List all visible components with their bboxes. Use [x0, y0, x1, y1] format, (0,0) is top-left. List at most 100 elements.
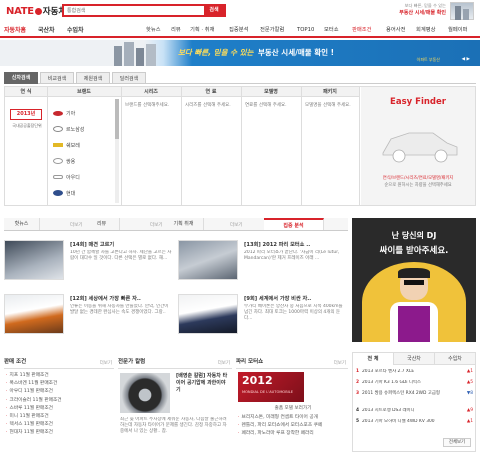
brand-label: 르노삼성 — [66, 126, 85, 133]
list-item[interactable]: · 렌틀리, 파리 모터쇼에서 모터스포츠 쿠페 — [238, 422, 348, 430]
news-more-2[interactable]: 더보기 — [150, 222, 162, 228]
nav-item-motorshow[interactable]: 모터쇼 — [324, 24, 339, 37]
year-select[interactable]: 2013년 — [10, 109, 42, 120]
brand-scrollbar[interactable] — [115, 99, 119, 203]
ssangyong-logo-icon — [53, 158, 63, 164]
ranking-row[interactable]: 3 2011 쌍용 슈퍼렉스턴 RX4 2WD 고급형 ▼8 — [356, 391, 473, 408]
list-item[interactable]: · 미니 11월 판매조건 — [6, 413, 112, 421]
tab-spec-search[interactable]: 제원검색 — [76, 72, 110, 84]
header-promo[interactable]: 보다 빠른, 믿을 수 있는 부동산 시세/매물 확인 — [399, 3, 446, 16]
renault-samsung-logo-icon — [53, 126, 63, 132]
column-more[interactable]: 더보기 — [218, 360, 230, 366]
brand-item-ssangyong[interactable]: 쌍용 — [53, 153, 117, 169]
banner-sub-text: 아파트 부동산 — [416, 57, 440, 62]
ranking-row[interactable]: 5 2013 기아 모하비 디젤 4WD KV 300 ▲1 — [356, 419, 473, 430]
list-item[interactable]: · 렉서스 11월 판매조건 — [6, 421, 112, 429]
nav-tab-import[interactable]: 수입차 — [67, 24, 84, 37]
brand-item-audi[interactable]: 아우디 — [53, 169, 117, 185]
tab-hotnews[interactable]: 핫뉴스 — [4, 218, 40, 230]
brand-item-chevrolet[interactable]: 쉐보레 — [53, 137, 117, 153]
brand-label: 쉐보레 — [66, 142, 80, 149]
ranking-row[interactable]: 2 2013 기아 K3 1.6 GDi 디럭스 ▲5 — [356, 380, 473, 391]
column-headline[interactable]: [배영춘 칼럼] 자동차 타이어 공기압에 과한이야기 — [176, 373, 230, 394]
car-finder: 연 식 브랜드 시리즈 연 료 모델명 패키지 2013년 국내공공출장단위 기… — [4, 86, 476, 206]
search-input[interactable] — [64, 6, 204, 15]
tab-compare-search[interactable]: 비교검색 — [40, 72, 74, 84]
motorshow-poster[interactable]: 2012 MONDIAL DE L'AUTOMOBILE — [238, 372, 304, 402]
list-item[interactable]: · 크라이슬러 11월 판매조건 — [6, 397, 112, 405]
paris-motorshow: 파리 모터쇼 더보기 2012 MONDIAL DE L'AUTOMOBILE … — [236, 356, 348, 452]
nav-item-column[interactable]: 전문가칼럼 — [260, 24, 284, 37]
year-sub-label: 국내공공출장단위 — [12, 123, 42, 128]
nav-item-accounting[interactable]: 회계평상 — [416, 24, 436, 37]
nav-tab-domestic[interactable]: 국산차 — [38, 24, 55, 37]
list-item[interactable]: · 폭스바겐 11월 판매조건 — [6, 380, 112, 388]
brand-item-renault-samsung[interactable]: 르노삼성 — [53, 121, 117, 137]
nav-item-wallpaper[interactable]: 월페이퍼 — [448, 24, 468, 37]
sale-title: 판매 조건 — [4, 359, 27, 365]
news-card-3[interactable]: [12회] 세상에서 가장 빠른 자.. 인류는 이동을 위해 자동차를 만들었… — [4, 292, 174, 336]
easy-finder-panel: Easy Finder 연식/브랜드/시리즈/연료/모델명/패키지 순으로 원하… — [361, 87, 475, 205]
ranking-row[interactable]: 4 2013 시트로엥 DS3 레이디 ▲9 — [356, 408, 473, 419]
motorshow-item: 브리지스톤, 미래형 컨셉트 타이어 공개 — [241, 415, 318, 420]
search-box: 검색 — [62, 4, 226, 17]
finder-col-series: 시리즈 — [144, 89, 158, 95]
motorshow-caption[interactable]: 출품 모델 보러가기 — [238, 405, 348, 411]
list-item[interactable]: · 페라리, 파노라마 루프 장착한 페라리 — [238, 430, 348, 438]
finder-col-fuel: 연 료 — [205, 89, 217, 95]
banner-building-image — [110, 42, 172, 66]
motorshow-more[interactable]: 더보기 — [334, 360, 346, 366]
rank-change: ▲9 — [466, 408, 473, 413]
tab-rank-all[interactable]: 전 체 — [353, 353, 394, 365]
tab-rank-import[interactable]: 수입차 — [435, 353, 475, 365]
sale-more[interactable]: 더보기 — [100, 360, 112, 366]
ad-line2: 싸이를 받아주세요. — [379, 246, 449, 256]
list-item[interactable]: · 브리지스톤, 미래형 컨셉트 타이어 공개 — [238, 414, 348, 422]
column-tire-image[interactable] — [120, 373, 170, 413]
ranking-list: 1 2013 포르타 벤자 2.7 XLE ▲1 2 2013 기아 K3 1.… — [356, 369, 473, 430]
brand-label: 쌍용 — [66, 158, 76, 165]
news-card-4[interactable]: [9회] 세계에서 가장 비싼 자.. 부가티 베이론은 양산차 중 처음으로 … — [178, 292, 348, 336]
news-card-1[interactable]: [14회] 매견 고르기 10년 간 함께할 차를 고른다고 하자. 세단을 고… — [4, 238, 174, 282]
ranking-row[interactable]: 1 2013 포르타 벤자 2.7 XLE ▲1 — [356, 369, 473, 380]
search-button[interactable]: 검색 — [204, 6, 224, 15]
brand-item-kia[interactable]: 기아 — [53, 105, 117, 121]
nate-logo[interactable]: NATE 자동차 — [6, 4, 66, 18]
rank-change: ▼8 — [466, 391, 473, 396]
realestate-banner[interactable]: 보다 빠른, 믿을 수 있는 부동산 시세/매물 확인 ! 아파트 부동산 ◀ … — [0, 40, 480, 66]
motorshow-list: · 브리지스톤, 미래형 컨셉트 타이어 공개 · 렌틀리, 파리 모터쇼에서 모터… — [238, 414, 348, 439]
brand-item-hyundai[interactable]: 현대 — [53, 185, 117, 201]
nav-item-feature[interactable]: 기획 · 취재 — [190, 24, 215, 37]
tab-dealer-search[interactable]: 딜러검색 — [112, 72, 146, 84]
nav-item-hotnews[interactable]: 핫뉴스 — [146, 24, 161, 37]
list-item[interactable]: · 현대차 11월 판매조건 — [6, 429, 112, 437]
column-desc: 최근 늦 아파트 주차장에 세워둔 자동차, 다음날 출근하려 하는데 자동차 … — [120, 417, 227, 435]
site-header: NATE 자동차 검색 보다 빠른, 믿을 수 있는 부동산 시세/매물 확인 — [0, 0, 480, 22]
motorshow-item: 렌틀리, 파리 모터쇼에서 모터스포츠 쿠페 — [241, 423, 323, 429]
tab-new-car-search[interactable]: 신차검색 — [4, 72, 38, 84]
tab-feature[interactable]: 기획 취재 — [164, 218, 204, 230]
nav-item-dictionary[interactable]: 용어사전 — [386, 24, 406, 37]
tab-rank-domestic[interactable]: 국산차 — [394, 353, 435, 365]
rank-name: 2013 기아 K3 1.6 GDi 디럭스 — [362, 380, 422, 385]
tab-review[interactable]: 리뷰 — [84, 218, 120, 230]
rank-change: ▲5 — [466, 380, 473, 385]
nav-item-sale[interactable]: 판매조건 — [352, 24, 372, 37]
sale-item: 스바루 11월 판매조건 — [9, 405, 53, 411]
psy-ad-banner[interactable]: 난 당신의 DJ 싸이를 받아주세요. — [352, 218, 476, 342]
nav-item-review[interactable]: 리뷰 — [171, 24, 181, 37]
news-card-2[interactable]: [13회] 2012 파리 모터쇼 .. 2012 파리 모터쇼가 끝난다. '… — [178, 238, 348, 282]
ranking-all-button[interactable]: 전체보기 — [443, 438, 471, 447]
tab-analysis[interactable]: 집중 분석 — [264, 218, 324, 230]
logo-nate: NATE — [6, 5, 34, 17]
nav-item-top10[interactable]: TOP10 — [297, 24, 314, 37]
chevrolet-logo-icon — [53, 143, 63, 147]
nav-item-analysis[interactable]: 집중분석 — [229, 24, 249, 37]
nav-tab-home[interactable]: 자동차홈 — [4, 24, 26, 37]
news-more-1[interactable]: 더보기 — [70, 222, 82, 228]
list-item[interactable]: · 지프 11월 판매조건 — [6, 372, 112, 380]
poster-text: MONDIAL DE L'AUTOMOBILE — [242, 390, 294, 394]
list-item[interactable]: · 아우디 11월 판매조건 — [6, 388, 112, 396]
list-item[interactable]: · 스바루 11월 판매조건 — [6, 405, 112, 413]
news-more-3[interactable]: 더보기 — [230, 222, 242, 228]
